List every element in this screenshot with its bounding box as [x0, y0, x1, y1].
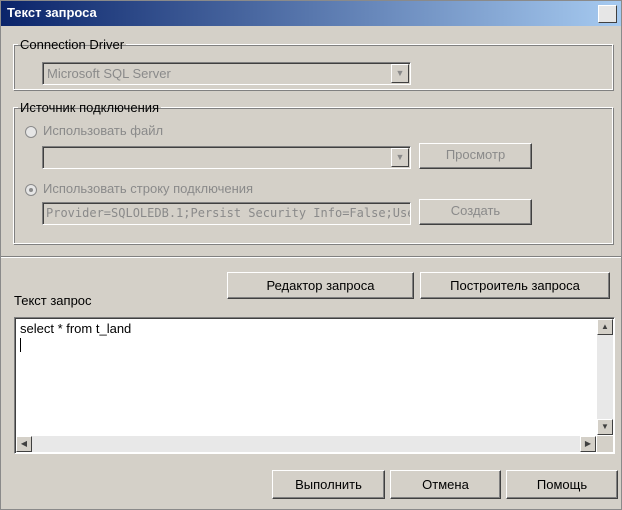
use-string-label: Использовать строку подключения — [43, 181, 254, 196]
run-button[interactable]: Выполнить — [272, 470, 385, 499]
vertical-scrollbar[interactable]: ▲ ▼ — [597, 319, 613, 435]
file-select[interactable]: ▼ — [42, 146, 411, 169]
use-file-radio[interactable] — [25, 126, 37, 138]
chevron-down-icon[interactable]: ▼ — [391, 64, 409, 83]
scroll-left-icon[interactable]: ◀ — [16, 436, 32, 452]
title-bar[interactable]: Текст запроса — [1, 1, 621, 26]
help-button[interactable]: Помощь — [506, 470, 618, 499]
scroll-up-icon[interactable]: ▲ — [597, 319, 613, 335]
connection-source-legend: Источник подключения — [20, 100, 160, 115]
query-text-dialog: Текст запроса Connection Driver Microsof… — [0, 0, 622, 510]
use-string-radio[interactable] — [25, 184, 37, 196]
close-icon[interactable] — [598, 5, 617, 23]
query-text: select * from t_land — [20, 321, 132, 336]
text-caret — [20, 338, 21, 352]
scroll-right-icon[interactable]: ▶ — [580, 436, 596, 452]
use-file-label: Использовать файл — [43, 123, 164, 138]
window-title: Текст запроса — [7, 5, 97, 20]
connection-string-field[interactable]: Provider=SQLOLEDB.1;Persist Security Inf… — [42, 202, 411, 225]
scroll-down-icon[interactable]: ▼ — [597, 419, 613, 435]
query-editor-button[interactable]: Редактор запроса — [227, 272, 414, 299]
browse-button[interactable]: Просмотр — [419, 143, 532, 169]
divider — [1, 256, 621, 258]
connection-driver-legend: Connection Driver — [20, 37, 125, 52]
chevron-down-icon[interactable]: ▼ — [391, 148, 409, 167]
cancel-button[interactable]: Отмена — [390, 470, 501, 499]
query-text-label: Текст запрос — [14, 293, 92, 308]
create-button[interactable]: Создать — [419, 199, 532, 225]
query-text-area[interactable]: select * from t_land ▲ ▼ ◀ ▶ — [14, 317, 615, 454]
scrollbar-corner — [597, 436, 613, 452]
connection-string-value: Provider=SQLOLEDB.1;Persist Security Inf… — [46, 206, 411, 220]
driver-select[interactable]: Microsoft SQL Server ▼ — [42, 62, 411, 85]
horizontal-scrollbar[interactable]: ◀ ▶ — [16, 436, 596, 452]
driver-select-value: Microsoft SQL Server — [47, 66, 171, 81]
query-builder-button[interactable]: Построитель запроса — [420, 272, 610, 299]
